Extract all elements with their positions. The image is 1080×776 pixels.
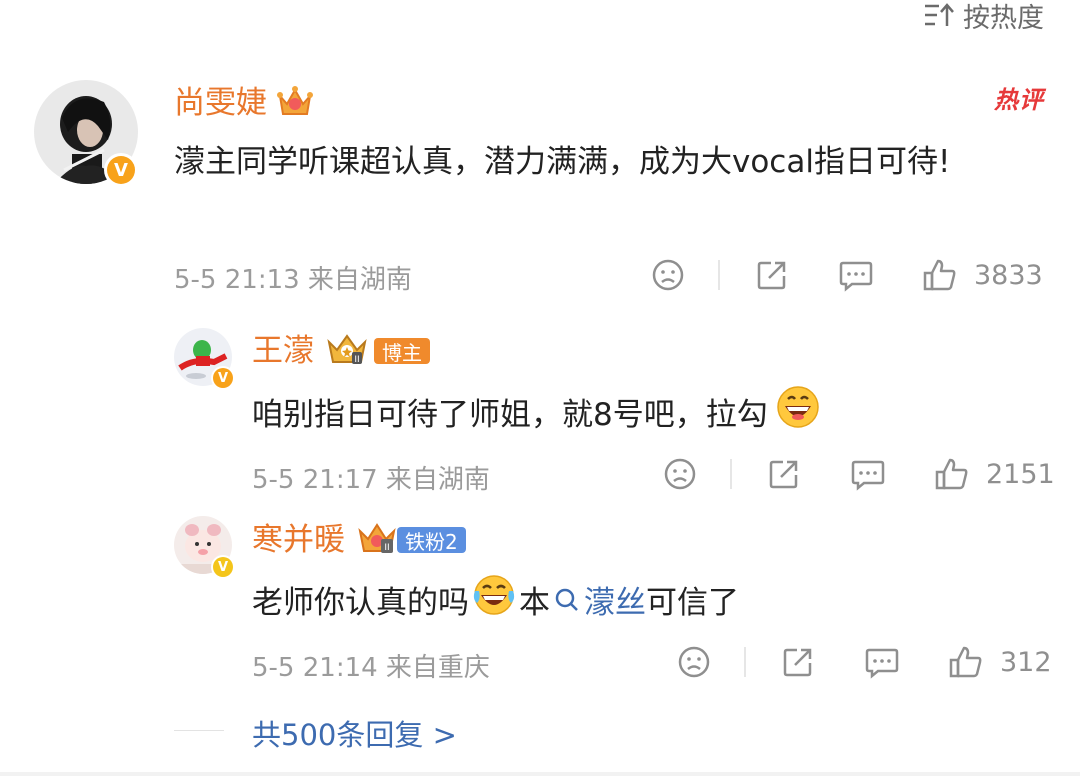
commenter-name[interactable]: 尚雯婕	[174, 85, 267, 121]
like-count: 3833	[974, 259, 1043, 291]
comment-icon[interactable]	[836, 258, 876, 292]
svg-text:II: II	[354, 355, 359, 365]
share-icon[interactable]	[778, 645, 818, 679]
divider	[718, 260, 720, 290]
more-replies-label: 共500条回复 >	[252, 718, 457, 752]
search-icon	[554, 578, 580, 628]
dislike-icon[interactable]	[660, 457, 700, 491]
divider	[730, 459, 732, 489]
share-icon[interactable]	[752, 258, 792, 292]
like-icon[interactable]	[932, 456, 972, 492]
search-link[interactable]: 濛丝	[554, 578, 646, 628]
hot-comment-badge: 热评	[994, 86, 1044, 114]
grin-emoji-icon	[776, 385, 820, 444]
comment-text: 濛主同学听课超认真，潜力满满，成为大vocal指日可待!	[174, 144, 951, 180]
like-icon[interactable]	[946, 644, 986, 680]
comment-icon[interactable]	[862, 645, 902, 679]
divider	[744, 647, 746, 677]
blogger-badge: 博主	[374, 338, 430, 365]
reply-meta: 5-5 21:17 来自湖南	[252, 465, 490, 495]
comment-icon[interactable]	[848, 457, 888, 491]
verified-icon: V	[211, 366, 235, 390]
bottom-divider	[0, 772, 1080, 776]
reply-meta: 5-5 21:14 来自重庆	[252, 653, 490, 683]
sort-by-heat-button[interactable]: 按热度	[923, 0, 1044, 34]
iron-fan-badge: 铁粉2	[397, 527, 466, 554]
divider	[174, 730, 224, 731]
crown-level-icon: II	[326, 332, 368, 370]
reply-user-name[interactable]: 寒并暖	[252, 522, 345, 558]
reply-text: 老师你认真的吗	[252, 584, 469, 621]
crown-fan-icon: II	[357, 521, 397, 559]
like-count: 2151	[986, 458, 1055, 490]
like-count: 312	[1000, 646, 1052, 678]
more-replies-link[interactable]: 共500条回复 >	[252, 712, 457, 754]
sort-label: 按热度	[963, 2, 1044, 34]
reply-user-name[interactable]: 王濛	[252, 333, 314, 369]
topic-link[interactable]: 濛丝	[584, 578, 646, 628]
dislike-icon[interactable]	[674, 645, 714, 679]
laugh-cry-emoji-icon	[471, 573, 517, 632]
dislike-icon[interactable]	[648, 258, 688, 292]
comment-meta: 5-5 21:13 来自湖南	[174, 265, 412, 295]
like-icon[interactable]	[920, 257, 960, 293]
verified-icon: V	[104, 153, 138, 187]
reply-text: 咱别指日可待了师姐，就8号吧，拉勾	[252, 396, 768, 433]
verified-icon: V	[211, 555, 235, 579]
share-icon[interactable]	[764, 457, 804, 491]
crown-badge-icon	[277, 84, 313, 122]
reply-text: 可信了	[646, 584, 739, 621]
sort-icon	[923, 2, 955, 28]
reply-text: 本	[519, 584, 550, 621]
svg-text:II: II	[384, 543, 389, 553]
